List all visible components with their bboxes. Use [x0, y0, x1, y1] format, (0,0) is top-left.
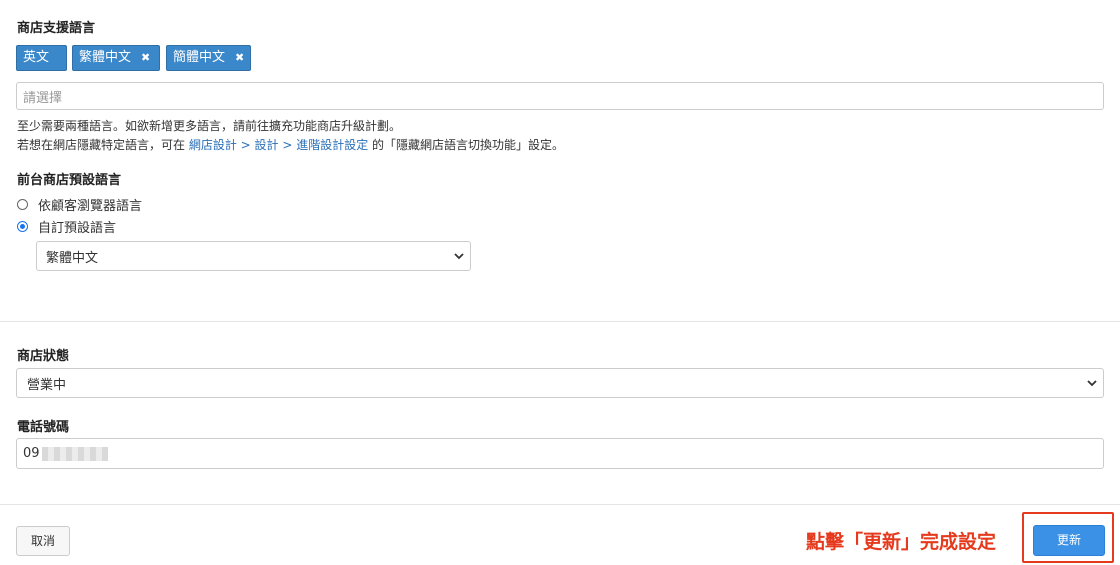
language-tag-simplified-chinese[interactable]: 簡體中文 ✖	[166, 45, 251, 71]
radio-browser-language[interactable]: 依顧客瀏覽器語言	[17, 195, 142, 214]
radio-label: 自訂預設語言	[38, 221, 117, 236]
store-status-select[interactable]: 營業中	[16, 368, 1104, 398]
close-icon[interactable]: ✖	[141, 51, 150, 64]
help-text-prefix: 若想在網店隱藏特定語言，可在	[17, 138, 186, 152]
custom-language-value: 繁體中文	[46, 250, 99, 266]
radio-button[interactable]	[17, 221, 28, 232]
cancel-button[interactable]: 取消	[16, 526, 70, 556]
section-divider	[0, 321, 1120, 322]
language-tag-label: 繁體中文	[79, 50, 132, 65]
radio-label: 依顧客瀏覽器語言	[38, 199, 143, 214]
chevron-down-icon	[454, 250, 464, 263]
language-tag-label: 英文	[23, 50, 50, 65]
phone-input[interactable]: 09	[16, 438, 1104, 469]
help-text-suffix: 的「隱藏網店語言切換功能」設定。	[372, 138, 565, 152]
custom-language-select[interactable]: 繁體中文	[36, 241, 471, 271]
language-help-line-2: 若想在網店隱藏特定語言，可在 網店設計 > 設計 > 進階設計設定 的「隱藏網店…	[17, 136, 564, 153]
language-tag-label: 簡體中文	[173, 50, 226, 65]
language-tag-traditional-chinese[interactable]: 繁體中文 ✖	[72, 45, 160, 71]
advanced-design-settings-link[interactable]: 網店設計 > 設計 > 進階設計設定	[189, 138, 368, 152]
close-icon[interactable]: ✖	[235, 51, 244, 64]
footer-divider	[0, 504, 1120, 505]
phone-title: 電話號碼	[17, 420, 70, 435]
language-help-line-1: 至少需要兩種語言。如欲新增更多語言，請前往擴充功能商店升級計劃。	[17, 119, 402, 133]
language-tag-english[interactable]: 英文	[16, 45, 67, 71]
radio-button[interactable]	[17, 199, 28, 210]
radio-custom-language[interactable]: 自訂預設語言	[17, 217, 116, 236]
store-status-value: 營業中	[27, 377, 67, 393]
default-language-title: 前台商店預設語言	[17, 173, 122, 188]
language-select-input[interactable]: 請選擇	[16, 82, 1104, 110]
phone-value: 09	[23, 446, 40, 461]
annotation-text: 點擊「更新」完成設定	[806, 531, 997, 553]
chevron-down-icon	[1087, 377, 1097, 390]
supported-languages-title: 商店支援語言	[17, 21, 96, 36]
store-status-title: 商店狀態	[17, 349, 70, 364]
language-select-placeholder: 請選擇	[23, 90, 63, 106]
update-button[interactable]: 更新	[1033, 525, 1105, 556]
redacted-phone-digits	[41, 446, 108, 461]
